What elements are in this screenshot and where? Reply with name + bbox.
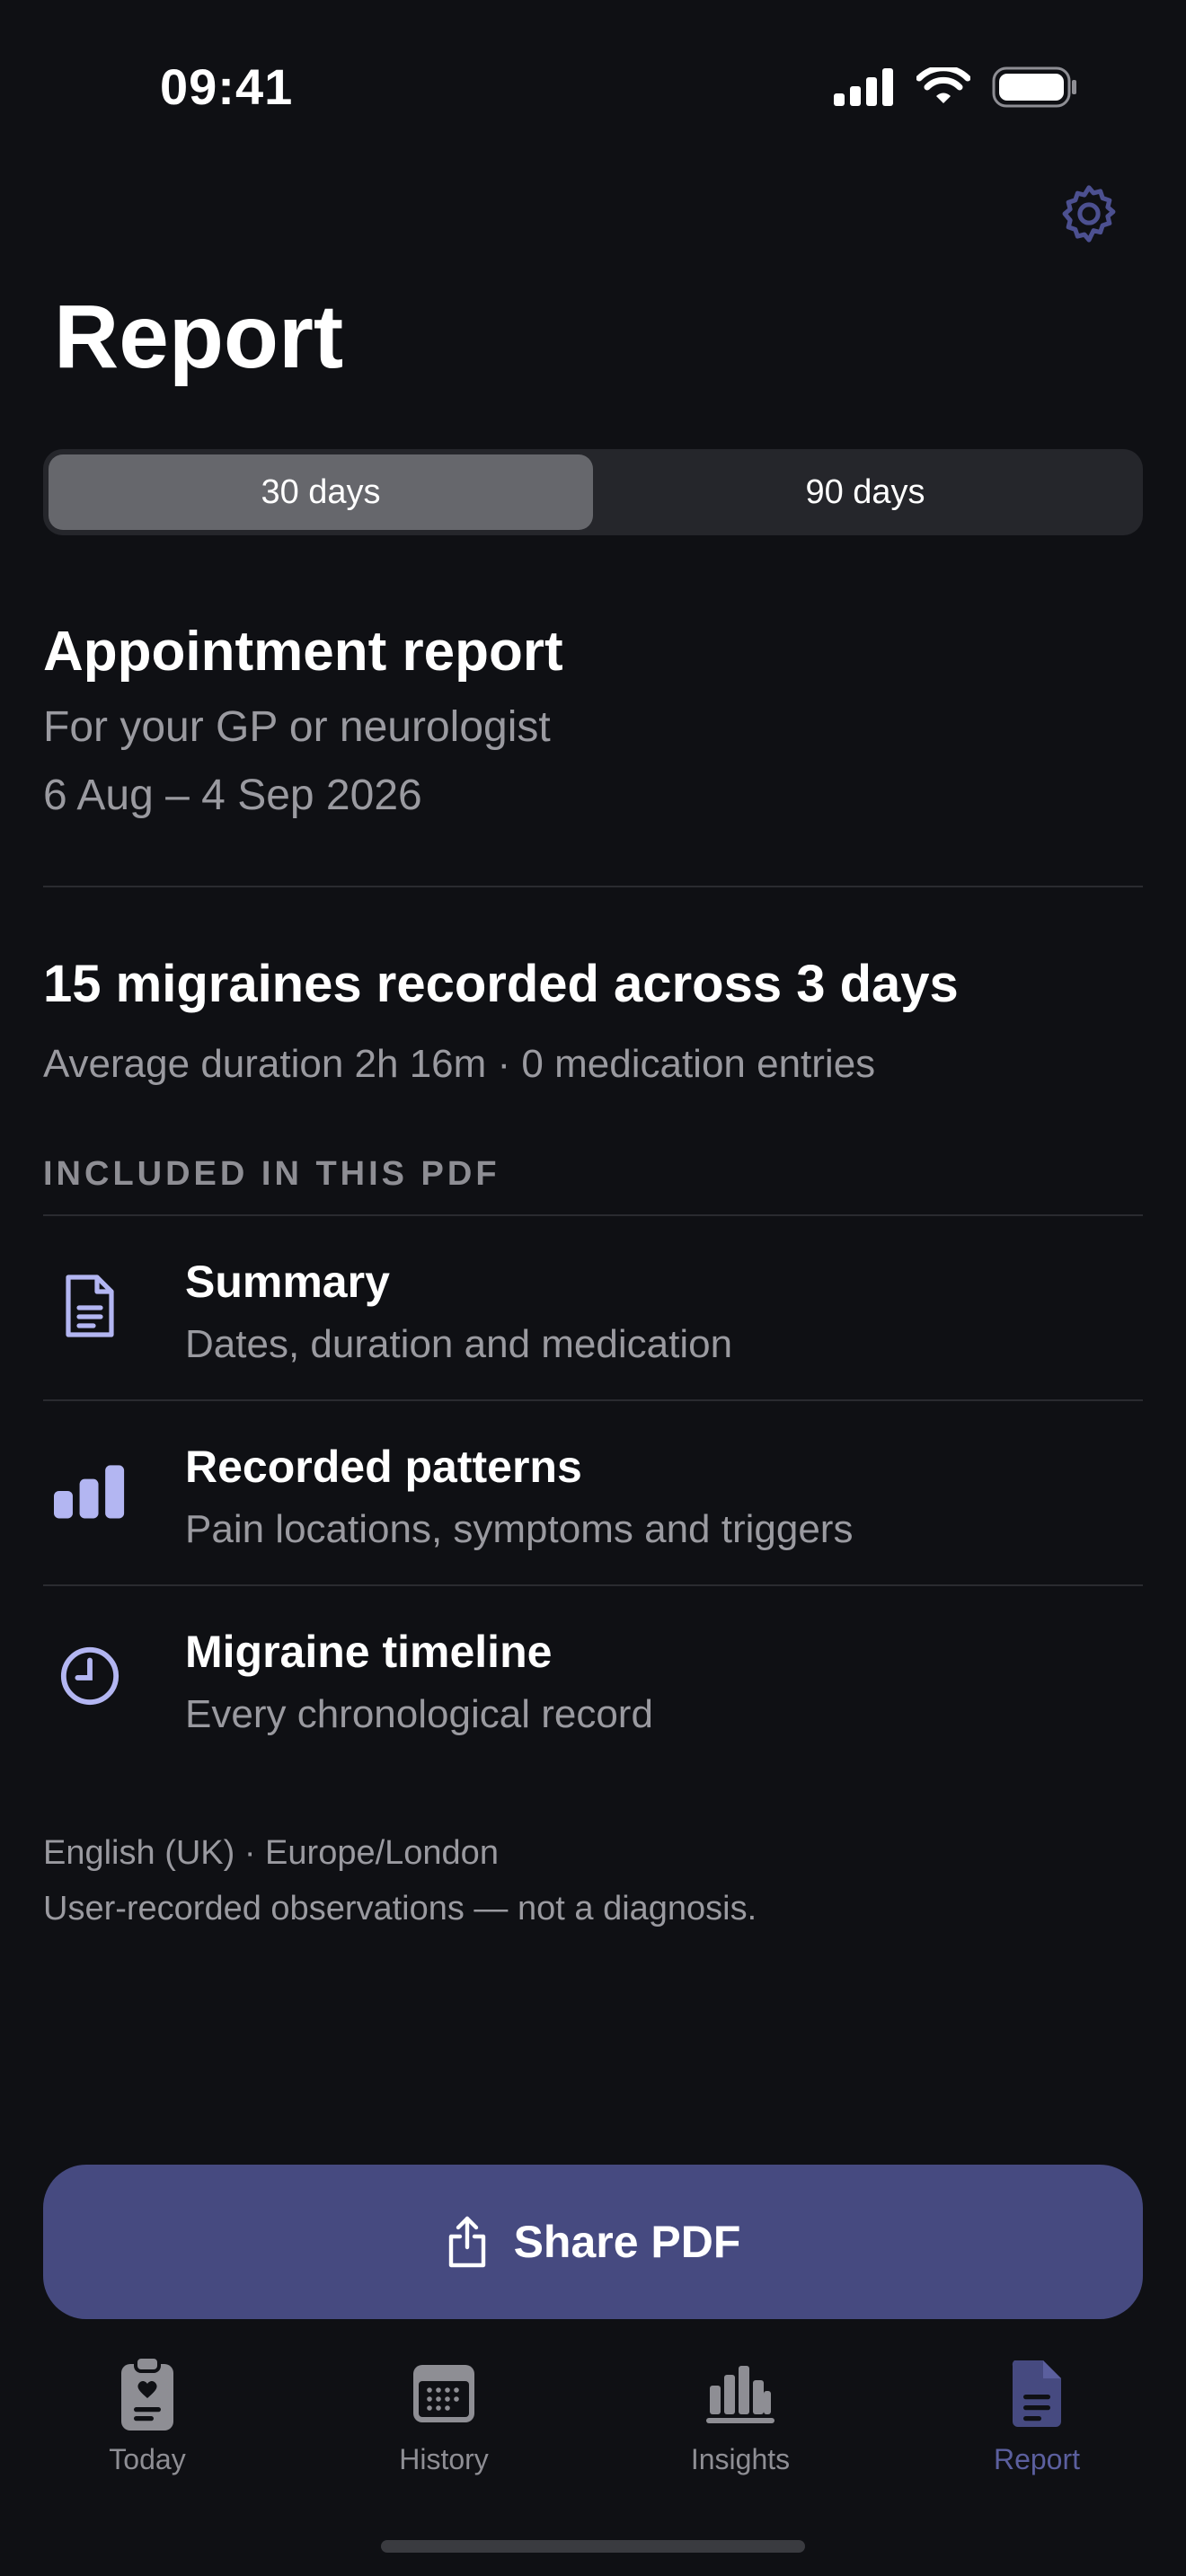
signal-icon <box>834 68 893 106</box>
range-segmented-control: 30 days 90 days <box>43 449 1143 535</box>
tab-insights[interactable]: Insights <box>642 2353 839 2476</box>
tab-label: Today <box>109 2443 186 2475</box>
item-subtitle: Dates, duration and medication <box>185 1322 733 1366</box>
wifi-icon <box>916 67 970 103</box>
clipboard-heart-icon <box>111 2353 183 2434</box>
status-time: 09:41 <box>160 58 294 115</box>
item-title: Recorded patterns <box>185 1442 582 1492</box>
item-subtitle: Pain locations, symptoms and triggers <box>185 1507 854 1551</box>
stats-headline: 15 migraines recorded across 3 days <box>43 955 959 1013</box>
item-title: Summary <box>185 1257 390 1307</box>
range-option-90-days[interactable]: 90 days <box>593 454 1137 530</box>
item-title: Migraine timeline <box>185 1627 553 1677</box>
report-title: Appointment report <box>43 621 563 683</box>
battery-icon <box>992 66 1076 108</box>
included-heading: INCLUDED IN THIS PDF <box>43 1155 500 1193</box>
report-date-range: 6 Aug – 4 Sep 2026 <box>43 772 422 819</box>
status-icons <box>834 66 1078 108</box>
disclaimer-text: User-recorded observations — not a diagn… <box>43 1890 757 1928</box>
tab-report[interactable]: Report <box>938 2353 1136 2476</box>
report-subtitle: For your GP or neurologist <box>43 703 551 751</box>
divider <box>43 886 1143 887</box>
included-item-recorded-patterns: Recorded patterns Pain locations, sympto… <box>43 1401 1143 1584</box>
chart-icon <box>704 2353 776 2434</box>
report-screen: 09:41 Report 30 days 90 days Appointment… <box>0 0 1186 2576</box>
range-option-30-days[interactable]: 30 days <box>49 454 593 530</box>
tab-history[interactable]: History <box>345 2353 543 2476</box>
tab-label: Report <box>993 2443 1081 2475</box>
included-item-migraine-timeline: Migraine timeline Every chronological re… <box>43 1586 1143 1769</box>
share-pdf-button[interactable]: Share PDF <box>43 2165 1143 2319</box>
tab-today[interactable]: Today <box>49 2353 246 2476</box>
item-subtitle: Every chronological record <box>185 1692 653 1736</box>
document-icon <box>54 1270 126 1342</box>
share-pdf-label: Share PDF <box>513 2217 741 2267</box>
calendar-icon <box>408 2353 480 2434</box>
tab-label: Insights <box>690 2443 791 2475</box>
share-icon <box>448 2216 485 2268</box>
included-item-summary: Summary Dates, duration and medication <box>43 1216 1143 1399</box>
document-icon <box>1001 2353 1073 2434</box>
stats-detail: Average duration 2h 16m · 0 medication e… <box>43 1042 876 1086</box>
page-title: Report <box>54 287 344 387</box>
gear-icon[interactable] <box>1055 180 1123 248</box>
tab-label: History <box>399 2443 489 2475</box>
home-indicator <box>381 2540 805 2553</box>
locale-text: English (UK) · Europe/London <box>43 1834 499 1872</box>
clock-icon <box>54 1640 126 1712</box>
tab-bar: Today History Insights Report <box>0 2353 1186 2515</box>
bar-chart-icon <box>54 1455 126 1527</box>
